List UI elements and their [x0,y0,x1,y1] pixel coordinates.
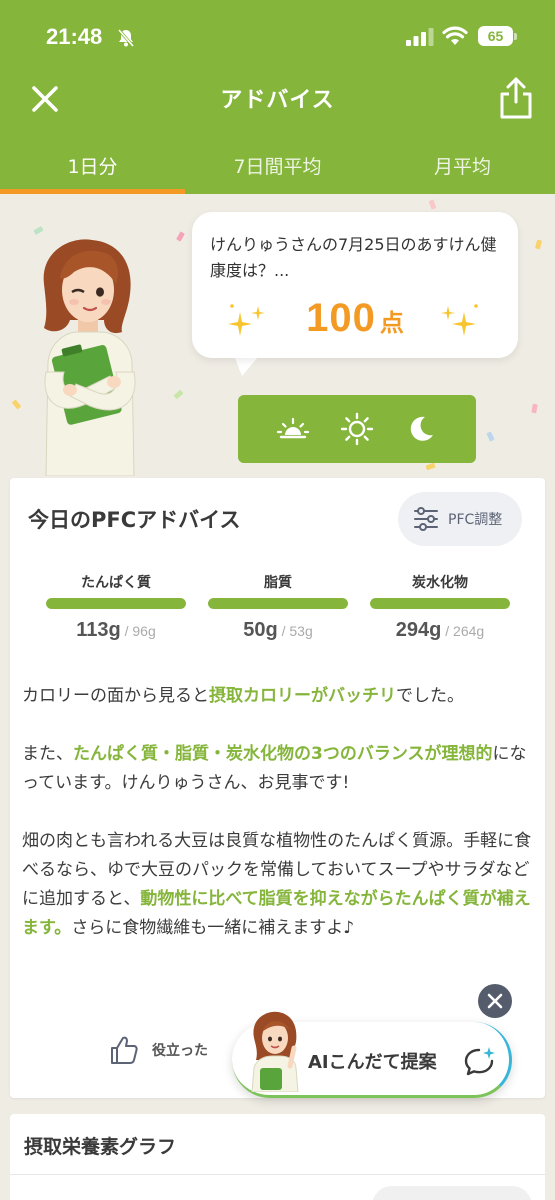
advice-text-span: さらに食物繊維も一緒に補えますよ♪ [71,918,355,938]
advice-text-span: また、 [22,744,73,764]
tab-monthly-average[interactable]: 月平均 [370,138,555,194]
advice-paragraph-calorie: カロリーの面から見ると摂取カロリーがバッチリでした。 [22,682,534,711]
advice-highlight: 摂取カロリーがバッチリ [209,686,396,706]
nutrient-graph-card: 摂取栄養素グラフ [10,1114,545,1200]
nutrient-progress-fill [46,598,186,609]
advice-paragraph-soy: 畑の肉とも言われる大豆は良質な植物性のたんぱく質源。手軽に食べるなら、ゆで大豆の… [22,827,534,943]
ai-menu-suggestion-button[interactable]: AIこんだて提案 [232,1011,512,1098]
pfc-advice-title: 今日のPFCアドバイス [28,508,241,532]
nutrient-target: / 264g [441,623,485,639]
nutrient-name: 脂質 [264,575,292,591]
nutrient-progress-fill [370,598,510,609]
pfc-adjust-button[interactable]: PFC調整 [398,492,522,546]
graph-toggle[interactable] [372,1186,532,1200]
app-header: 21:48 65 アドバイス 1日分 7日間平均 月平均 [0,0,555,194]
period-tabs: 1日分 7日間平均 月平均 [0,138,555,194]
nutrient-actual: 113g [76,619,121,641]
confetti-decoration [534,239,543,250]
nutrient-progress-bar [370,598,510,609]
ai-chat-sparkle-icon [464,1047,495,1076]
nutrient-name: 炭水化物 [412,575,468,591]
battery-icon: 65 [478,26,518,46]
moon-icon[interactable] [403,411,439,447]
advice-paragraph-balance: また、たんぱく質・脂質・炭水化物の3つのバランスが理想的になっています。けんりゅ… [22,740,534,798]
nutrient-progress-bar [208,598,348,609]
health-score-value: 100 [306,296,376,340]
advisor-avatar [251,1011,299,1092]
sliders-icon [414,507,438,531]
confetti-decoration [173,389,184,400]
time-of-day-selector [238,395,476,463]
battery-level: 65 [478,26,513,46]
nutrient-values: 50g / 53g [208,619,348,642]
nutrient-graph-title: 摂取栄養素グラフ [24,1136,177,1158]
nutrient-carbohydrate: 炭水化物 294g / 264g [370,572,510,642]
advice-highlight: たんぱく質・脂質・炭水化物の3つのバランスが理想的 [73,744,493,764]
thumbs-up-icon [111,1036,138,1064]
advice-text-span: カロリーの面から見ると [22,686,209,706]
page-title: アドバイス [220,88,335,113]
nutrient-values: 113g / 96g [46,619,186,642]
sunrise-icon[interactable] [275,411,311,447]
ai-close-button[interactable] [478,984,512,1018]
pfc-advice-card: 今日のPFCアドバイス PFC調整 たんぱく質 113g / 96g 脂質 50… [10,478,545,1098]
share-icon[interactable] [496,76,536,120]
status-time: 21:48 [46,24,103,49]
wifi-icon [442,26,468,45]
nutrient-target: / 53g [277,623,313,639]
tab-7day-average[interactable]: 7日間平均 [185,138,370,194]
nutrient-actual: 294g [395,619,442,641]
health-score-unit: 点 [379,309,404,337]
health-score-question: けんりゅうさんの7月25日のあすけん健康度は？... [210,235,497,280]
nutrient-summary: たんぱく質 113g / 96g 脂質 50g / 53g 炭水化物 294g … [46,572,510,642]
nutrient-progress-bar [46,598,186,609]
nutrient-values: 294g / 264g [370,619,510,642]
confetti-decoration [486,431,495,442]
ai-menu-suggestion-label: AIこんだて提案 [308,1052,437,1073]
helpful-button[interactable]: 役立った [108,1034,208,1066]
nutrient-progress-fill [208,598,348,609]
nutrient-actual: 50g [243,619,278,641]
signal-icon [406,28,434,46]
nav-bar: アドバイス [0,72,555,126]
advice-text: カロリーの面から見ると摂取カロリーがバッチリでした。 また、たんぱく質・脂質・炭… [22,682,534,972]
advisor-character-illustration [43,239,136,476]
pfc-adjust-label: PFC調整 [448,512,503,528]
confetti-decoration [176,231,185,242]
status-bar: 21:48 65 [0,0,555,72]
nutrient-protein: たんぱく質 113g / 96g [46,572,186,642]
confetti-decoration [11,399,22,410]
sparkle-icon [441,304,478,336]
helpful-label: 役立った [152,1043,208,1059]
health-score-bubble: けんりゅうさんの7月25日のあすけん健康度は？... 100 点 [192,212,518,358]
bell-muted-icon [117,29,135,47]
divider [10,1174,545,1175]
confetti-decoration [531,403,538,414]
sun-icon[interactable] [339,411,375,447]
nutrient-fat: 脂質 50g / 53g [208,572,348,642]
confetti-decoration [425,462,436,471]
confetti-decoration [428,199,437,210]
close-icon [487,993,503,1009]
advice-text-span: でした。 [396,686,464,706]
nutrient-target: / 96g [120,623,156,639]
nutrient-name: たんぱく質 [81,575,151,591]
tab-1day[interactable]: 1日分 [0,138,185,194]
